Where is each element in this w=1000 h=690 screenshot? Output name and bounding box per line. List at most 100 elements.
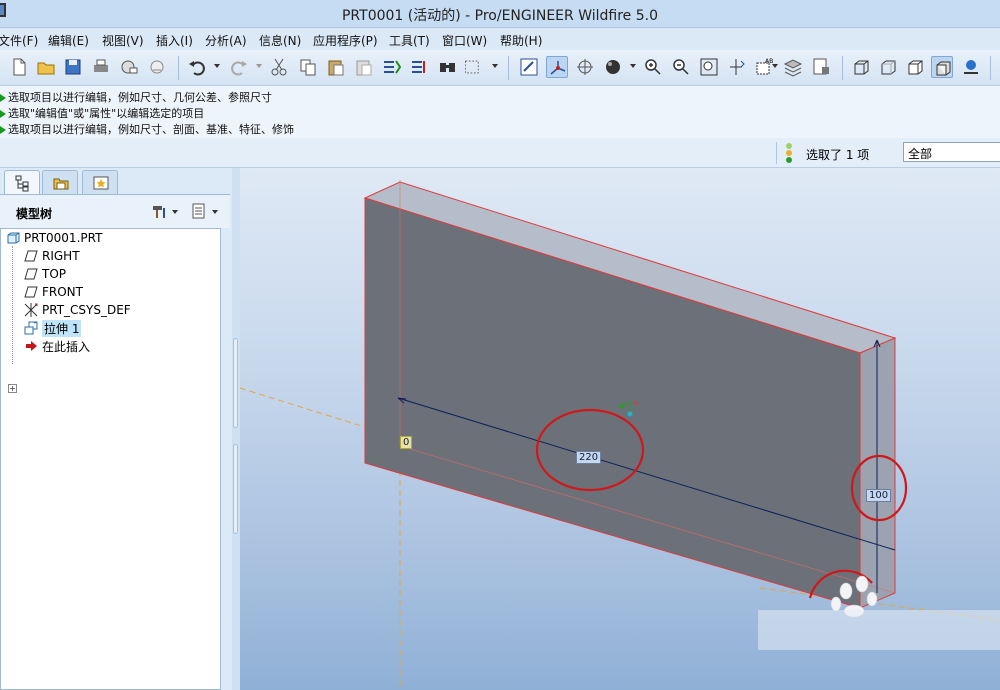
tree-show-button[interactable] <box>190 202 220 222</box>
zoom-out-icon[interactable] <box>670 56 692 78</box>
display-style-dropdown-icon[interactable] <box>630 64 636 68</box>
tree-item-insert-here[interactable]: 在此插入 <box>23 337 90 355</box>
dimension-label-100[interactable]: 100 <box>866 489 892 502</box>
graphics-window[interactable]: 220 100 0 <box>240 168 1000 690</box>
drag-handle-point-icon[interactable] <box>619 403 625 409</box>
model-tree-header: 模型树 <box>0 194 230 228</box>
menu-file[interactable]: 文件(F) <box>0 32 38 49</box>
splitter-grip[interactable] <box>233 338 238 428</box>
menu-bar: 文件(F) 编辑(E) 视图(V) 插入(I) 分析(A) 信息(N) 应用程序… <box>0 28 1000 50</box>
message-arrow-icon <box>0 94 6 102</box>
part-icon <box>5 230 21 246</box>
filter-select[interactable]: 全部 <box>903 142 1000 162</box>
chevron-down-icon <box>172 210 178 214</box>
splitter-grip[interactable] <box>233 444 238 534</box>
menu-insert[interactable]: 插入(I) <box>156 32 193 49</box>
traffic-light-icon[interactable] <box>784 142 794 164</box>
regenerate-icon[interactable] <box>381 56 403 78</box>
reorient-icon[interactable] <box>726 56 748 78</box>
repaint-icon[interactable] <box>518 56 540 78</box>
no-hidden-icon[interactable] <box>904 56 926 78</box>
hidden-line-icon[interactable] <box>877 56 899 78</box>
paste-icon[interactable] <box>325 56 347 78</box>
refit-icon[interactable] <box>698 56 720 78</box>
menu-info[interactable]: 信息(N) <box>259 32 301 49</box>
find-icon[interactable] <box>437 56 459 78</box>
redo-icon[interactable] <box>228 56 250 78</box>
tree-item-part[interactable]: PRT0001.PRT <box>5 229 102 247</box>
chevron-down-icon <box>212 210 218 214</box>
main-toolbar: AB <box>0 50 1000 86</box>
open-folder-icon[interactable] <box>35 56 57 78</box>
menu-window[interactable]: 窗口(W) <box>442 32 487 49</box>
title-bar: PRT0001 (活动的) - Pro/ENGINEER Wildfire 5.… <box>0 0 1000 28</box>
tab-model-tree[interactable] <box>4 170 40 195</box>
tree-item-extrude[interactable]: 拉伸 1 <box>23 319 82 337</box>
csys-icon <box>23 302 39 318</box>
tree-settings-button[interactable] <box>150 202 180 222</box>
menu-tools[interactable]: 工具(T) <box>389 32 430 49</box>
shading-icon[interactable] <box>931 56 953 78</box>
message-line-2: 选取"编辑值"或"属性"以编辑选定的项目 <box>0 105 204 121</box>
save-icon[interactable] <box>62 56 84 78</box>
message-arrow-icon <box>0 110 6 118</box>
new-file-icon[interactable] <box>8 56 30 78</box>
paste-special-icon[interactable] <box>353 56 375 78</box>
message-arrow-icon <box>0 126 6 134</box>
insert-here-arrow-icon <box>23 338 39 354</box>
tree-item-front[interactable]: FRONT <box>23 283 83 301</box>
send-mail-icon[interactable] <box>118 56 140 78</box>
print-icon[interactable] <box>90 56 112 78</box>
wireframe-icon[interactable] <box>850 56 872 78</box>
tab-folder-browser[interactable] <box>42 170 78 194</box>
undo-icon[interactable] <box>186 56 208 78</box>
message-line-3: 选取项目以进行编辑，例如尺寸、剖面、基准、特征、修饰 <box>0 121 294 137</box>
folder-browser-icon <box>53 178 69 190</box>
list-icon <box>192 203 205 219</box>
window-title: PRT0001 (活动的) - Pro/ENGINEER Wildfire 5.… <box>341 8 659 24</box>
spin-center-icon[interactable] <box>546 56 568 78</box>
datum-plane-icon <box>23 266 39 282</box>
menu-edit[interactable]: 编辑(E) <box>48 32 89 49</box>
navigator-panel: 模型树 PRT0001.PRT RIGHT TOP FRONT PRT_CSYS… <box>0 168 232 690</box>
watermark-banner <box>758 610 1000 650</box>
regeneration-manager-icon[interactable] <box>409 56 431 78</box>
panel-splitter[interactable] <box>232 168 240 690</box>
saved-views-dropdown-icon[interactable] <box>772 64 778 68</box>
tree-item-top[interactable]: TOP <box>23 265 66 283</box>
zoom-in-icon[interactable] <box>642 56 664 78</box>
tab-favorites[interactable] <box>82 170 118 194</box>
orient-mode-icon[interactable] <box>574 56 596 78</box>
send-attachment-icon[interactable] <box>146 56 168 78</box>
menu-applications[interactable]: 应用程序(P) <box>313 32 378 49</box>
favorites-icon <box>93 176 109 190</box>
layers-icon[interactable] <box>782 56 804 78</box>
extrude-icon <box>23 320 39 336</box>
message-area: 选取项目以进行编辑，例如尺寸、几何公差、参照尺寸 选取"编辑值"或"属性"以编辑… <box>0 86 1000 138</box>
display-style-icon[interactable] <box>602 56 624 78</box>
view-manager-icon[interactable] <box>810 56 832 78</box>
model-tree-title: 模型树 <box>16 207 53 221</box>
selection-box-icon[interactable] <box>463 56 489 78</box>
selection-box-dropdown-icon[interactable] <box>492 64 498 68</box>
model-tree: PRT0001.PRT RIGHT TOP FRONT PRT_CSYS_DEF… <box>0 228 221 690</box>
tree-item-csys[interactable]: PRT_CSYS_DEF <box>23 301 131 319</box>
drag-handle-point-icon[interactable] <box>627 411 633 417</box>
copy-icon[interactable] <box>297 56 319 78</box>
cut-icon[interactable] <box>268 56 290 78</box>
model-tree-icon <box>15 175 29 192</box>
tree-item-right[interactable]: RIGHT <box>23 247 80 265</box>
model-player-icon[interactable] <box>960 56 982 78</box>
selection-count: 选取了 1 项 <box>806 148 870 162</box>
dimension-label-0[interactable]: 0 <box>400 436 413 449</box>
menu-help[interactable]: 帮助(H) <box>500 32 542 49</box>
menu-view[interactable]: 视图(V) <box>102 32 144 49</box>
message-line-1: 选取项目以进行编辑，例如尺寸、几何公差、参照尺寸 <box>0 89 272 105</box>
datum-plane-icon <box>23 248 39 264</box>
dimension-label-220[interactable]: 220 <box>576 451 602 464</box>
menu-analysis[interactable]: 分析(A) <box>205 32 247 49</box>
expand-toggle[interactable]: + <box>8 384 17 393</box>
undo-dropdown-icon[interactable] <box>214 64 220 68</box>
hammer-icon <box>153 206 165 218</box>
redo-dropdown-icon[interactable] <box>256 64 262 68</box>
